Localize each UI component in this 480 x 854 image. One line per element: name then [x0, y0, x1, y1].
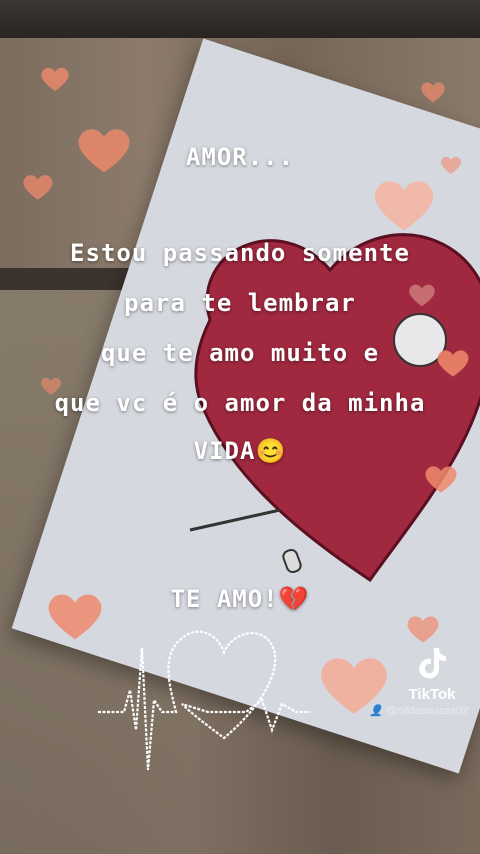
overlay-text-line: TE AMO!💔 [0, 574, 480, 624]
floating-heart-icon [41, 67, 69, 91]
smiling-face-emoji-icon: 😊 [255, 437, 287, 465]
overlay-text-line: AMOR... [185, 143, 295, 171]
floating-heart-icon [374, 181, 434, 231]
creator-handle: 👤 @nildasouzaa02 [369, 704, 468, 717]
overlay-text-line: que vc é o amor da minha [54, 389, 426, 417]
heartbeat-heart-line-icon [98, 630, 310, 771]
top-dark-strip [0, 0, 480, 38]
user-icon: 👤 [369, 705, 383, 717]
overlay-word-vida: VIDA [193, 437, 256, 465]
overlay-text-line: para te lembrar [124, 289, 356, 317]
overlay-text-line: VIDA😊 [0, 426, 480, 476]
creator-handle-text: @nildasouzaa02 [385, 705, 468, 717]
tiktok-note-icon [419, 648, 446, 679]
broken-heart-emoji-icon: 💔 [278, 585, 310, 613]
tiktok-brand-label: TikTok [408, 686, 456, 703]
floating-heart-icon [421, 82, 445, 103]
overlay-text-line: Estou passando somente [70, 239, 410, 267]
tiktok-watermark: TikTok [402, 646, 462, 703]
overlay-text-line: que te amo muito e [100, 339, 380, 367]
overlay-te-amo: TE AMO! [170, 585, 279, 613]
